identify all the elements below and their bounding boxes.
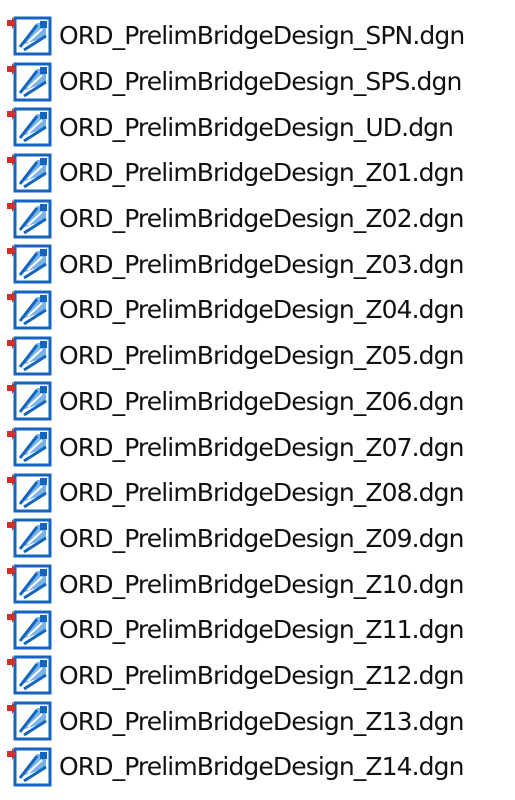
file-name: ORD_PrelimBridgeDesign_Z05.dgn [59, 341, 464, 371]
microstation-dgn-file-icon [7, 244, 52, 284]
file-name: ORD_PrelimBridgeDesign_Z14.dgn [59, 752, 464, 782]
file-name: ORD_PrelimBridgeDesign_SPS.dgn [59, 67, 462, 97]
file-name: ORD_PrelimBridgeDesign_SPN.dgn [59, 21, 465, 51]
microstation-dgn-file-icon [7, 427, 52, 467]
file-list-item[interactable]: ORD_PrelimBridgeDesign_Z10.dgn [0, 561, 515, 607]
file-list-item[interactable]: ORD_PrelimBridgeDesign_Z02.dgn [0, 196, 515, 242]
microstation-dgn-file-icon [7, 153, 52, 193]
file-name: ORD_PrelimBridgeDesign_Z11.dgn [59, 615, 464, 645]
file-list-item[interactable]: ORD_PrelimBridgeDesign_Z01.dgn [0, 150, 515, 196]
microstation-dgn-file-icon [7, 701, 52, 741]
file-list-item[interactable]: ORD_PrelimBridgeDesign_SPS.dgn [0, 59, 515, 105]
file-name: ORD_PrelimBridgeDesign_Z01.dgn [59, 158, 464, 188]
microstation-dgn-file-icon [7, 16, 52, 56]
microstation-dgn-file-icon [7, 107, 52, 147]
file-list-item[interactable]: ORD_PrelimBridgeDesign_Z12.dgn [0, 653, 515, 699]
microstation-dgn-file-icon [7, 199, 52, 239]
file-list-item[interactable]: ORD_PrelimBridgeDesign_Z05.dgn [0, 333, 515, 379]
microstation-dgn-file-icon [7, 518, 52, 558]
file-list-item[interactable]: ORD_PrelimBridgeDesign_Z11.dgn [0, 607, 515, 653]
file-list-item[interactable]: ORD_PrelimBridgeDesign_Z04.dgn [0, 287, 515, 333]
file-name: ORD_PrelimBridgeDesign_Z06.dgn [59, 386, 464, 416]
microstation-dgn-file-icon [7, 655, 52, 695]
microstation-dgn-file-icon [7, 610, 52, 650]
file-name: ORD_PrelimBridgeDesign_Z08.dgn [59, 478, 464, 508]
file-list-item[interactable]: ORD_PrelimBridgeDesign_Z14.dgn [0, 744, 515, 790]
microstation-dgn-file-icon [7, 473, 52, 513]
file-list-item[interactable]: ORD_PrelimBridgeDesign_SPN.dgn [0, 13, 515, 59]
file-name: ORD_PrelimBridgeDesign_Z03.dgn [59, 249, 464, 279]
file-name: ORD_PrelimBridgeDesign_Z07.dgn [59, 432, 464, 462]
file-list: ORD_PrelimBridgeDesign_SPN.dgn ORD_Preli… [0, 13, 515, 790]
file-name: ORD_PrelimBridgeDesign_Z13.dgn [59, 706, 464, 736]
file-list-item[interactable]: ORD_PrelimBridgeDesign_Z08.dgn [0, 470, 515, 516]
file-name: ORD_PrelimBridgeDesign_Z04.dgn [59, 295, 464, 325]
file-list-item[interactable]: ORD_PrelimBridgeDesign_Z06.dgn [0, 379, 515, 425]
file-list-item[interactable]: ORD_PrelimBridgeDesign_Z03.dgn [0, 241, 515, 287]
file-name: ORD_PrelimBridgeDesign_Z10.dgn [59, 569, 464, 599]
microstation-dgn-file-icon [7, 62, 52, 102]
microstation-dgn-file-icon [7, 290, 52, 330]
microstation-dgn-file-icon [7, 564, 52, 604]
file-name: ORD_PrelimBridgeDesign_Z09.dgn [59, 523, 464, 553]
file-list-item[interactable]: ORD_PrelimBridgeDesign_Z07.dgn [0, 424, 515, 470]
microstation-dgn-file-icon [7, 336, 52, 376]
microstation-dgn-file-icon [7, 747, 52, 787]
file-list-item[interactable]: ORD_PrelimBridgeDesign_UD.dgn [0, 104, 515, 150]
file-name: ORD_PrelimBridgeDesign_Z12.dgn [59, 660, 464, 690]
file-list-item[interactable]: ORD_PrelimBridgeDesign_Z13.dgn [0, 698, 515, 744]
file-name: ORD_PrelimBridgeDesign_UD.dgn [59, 112, 454, 142]
file-name: ORD_PrelimBridgeDesign_Z02.dgn [59, 204, 464, 234]
microstation-dgn-file-icon [7, 381, 52, 421]
file-list-item[interactable]: ORD_PrelimBridgeDesign_Z09.dgn [0, 516, 515, 562]
